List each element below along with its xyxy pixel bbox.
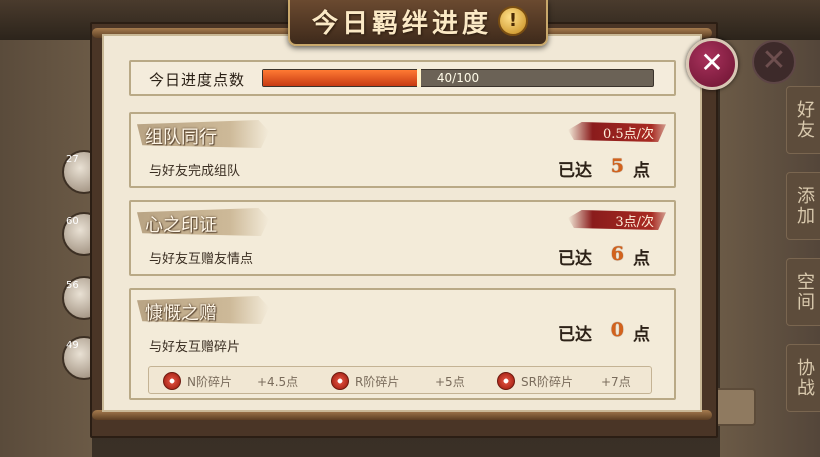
task-card-friendship-points: 心之印证 与好友互赠友情点 3点/次 已达 6 点 — [129, 200, 676, 276]
task-card-team-up: 组队同行 与好友完成组队 0.5点/次 已达 5 点 — [129, 112, 676, 188]
page-title: 今日羁绊进度 — [312, 9, 493, 39]
fragment-icon — [331, 372, 349, 390]
task-title: 组队同行 — [145, 127, 217, 148]
fragment-bonus: +4.5点 — [257, 375, 299, 389]
task-done-value: 0 — [610, 319, 624, 341]
close-icon: ✕ — [700, 46, 724, 79]
fragment-icon — [497, 372, 515, 390]
task-done-value: 5 — [610, 155, 624, 177]
task-done-unit: 点 — [633, 249, 650, 269]
close-button[interactable]: ✕ — [686, 38, 738, 90]
progress-value: 40/100 — [436, 71, 480, 85]
title-banner: 今日羁绊进度 ! — [288, 0, 548, 46]
fragment-name: SR阶碎片 — [521, 375, 573, 389]
side-tab-space[interactable]: 空间 — [786, 258, 820, 326]
task-rate: 0.5点/次 — [602, 127, 654, 142]
task-done-unit: 点 — [633, 161, 650, 181]
fragment-reward-sr: SR阶碎片 +7点 — [497, 371, 647, 391]
task-description: 与好友互赠碎片 — [149, 340, 241, 355]
task-rate: 3点/次 — [615, 215, 654, 230]
info-icon[interactable]: ! — [498, 6, 528, 36]
task-done-value: 6 — [610, 243, 624, 265]
task-done-label: 已达 — [558, 249, 592, 269]
fragment-bonus: +7点 — [601, 375, 631, 389]
progress-bar: 40/100 — [262, 69, 654, 87]
fragment-reward-n: N阶碎片 +4.5点 — [163, 371, 323, 391]
task-description: 与好友互赠友情点 — [149, 252, 254, 267]
task-done-label: 已达 — [558, 325, 592, 345]
side-tab-friends[interactable]: 好友 — [786, 86, 820, 154]
task-description: 与好友完成组队 — [149, 164, 241, 179]
background-close-icon: ✕ — [752, 40, 796, 84]
progress-label: 今日进度点数 — [149, 71, 246, 89]
task-done-unit: 点 — [633, 325, 650, 345]
fragment-reward-r: R阶碎片 +5点 — [331, 371, 481, 391]
task-title: 心之印证 — [145, 215, 217, 236]
side-tab-assist[interactable]: 协战 — [786, 344, 820, 412]
daily-progress-panel: 今日进度点数 40/100 — [129, 60, 676, 96]
side-tab-add[interactable]: 添加 — [786, 172, 820, 240]
task-title: 慷慨之赠 — [145, 303, 217, 324]
task-done-label: 已达 — [558, 161, 592, 181]
fragment-reward-list: N阶碎片 +4.5点 R阶碎片 +5点 SR阶碎片 +7点 — [148, 366, 652, 394]
fragment-name: R阶碎片 — [355, 375, 400, 389]
fragment-icon — [163, 372, 181, 390]
fragment-bonus: +5点 — [435, 375, 465, 389]
fragment-name: N阶碎片 — [187, 375, 232, 389]
